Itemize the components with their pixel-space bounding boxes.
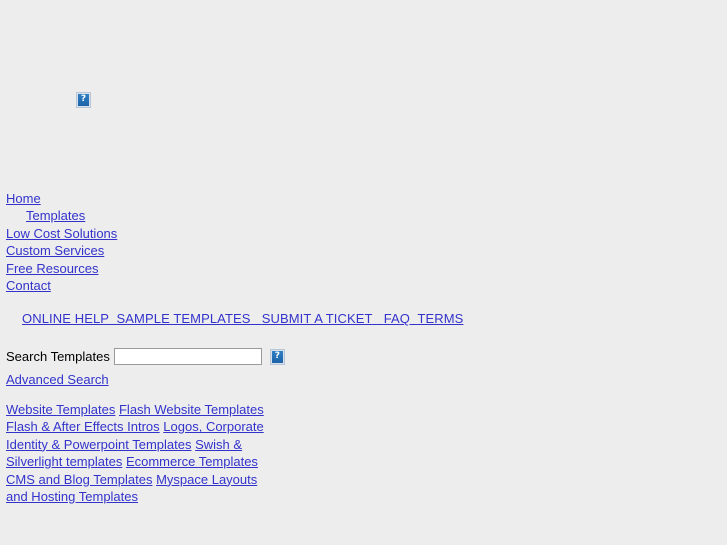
advanced-search-link[interactable]: Advanced Search — [6, 372, 109, 387]
category-link-templates-1[interactable]: Templates — [56, 402, 115, 417]
secondary-navigation: ONLINE HELP SAMPLE TEMPLATES SUBMIT A TI… — [22, 311, 463, 326]
hero-broken-image[interactable]: ? — [76, 91, 91, 108]
search-go-broken-image-icon[interactable]: ? — [269, 348, 285, 365]
search-input[interactable] — [113, 348, 262, 366]
nav-line-free-resources: Free Resources — [6, 260, 706, 277]
nav-line-custom-services: Custom Services — [6, 242, 706, 259]
advanced-search-row: Advanced Search — [6, 372, 109, 387]
category-link-templates-3[interactable]: Templates — [199, 454, 258, 469]
category-link-ecommerce[interactable]: Ecommerce — [126, 454, 199, 469]
nav-terms[interactable]: TERMS — [417, 311, 463, 326]
category-link-flash-after-effects-intros[interactable]: Flash & After Effects Intros — [6, 419, 160, 434]
category-links-list: Website Templates Flash Website Template… — [6, 401, 266, 505]
nav-faq[interactable]: FAQ — [384, 311, 410, 326]
category-link-cms-and-blog-templates[interactable]: CMS and Blog Templates — [6, 472, 152, 487]
category-link-templates-2[interactable]: Templates — [205, 402, 264, 417]
nav-line-low-cost-solutions: Low Cost Solutions — [6, 225, 706, 242]
sidebar-item-contact[interactable]: Contact — [6, 278, 51, 293]
sidebar-item-home[interactable]: Home — [6, 191, 41, 206]
nav-separator-3 — [373, 311, 384, 326]
nav-line-home: Home — [6, 190, 706, 207]
category-link-website[interactable]: Website — [6, 402, 56, 417]
nav-separator-2 — [251, 311, 262, 326]
category-link-flash-website[interactable]: Flash Website — [119, 402, 205, 417]
sidebar-item-low-cost-solutions[interactable]: Low Cost Solutions — [6, 226, 117, 241]
nav-line-templates: Templates — [6, 207, 706, 224]
broken-image-icon: ? — [76, 91, 91, 108]
sidebar-item-templates[interactable]: Templates — [26, 208, 85, 223]
search-go-icon-glyph: ? — [274, 350, 280, 361]
broken-image-icon-glyph: ? — [80, 93, 87, 104]
nav-online-help[interactable]: ONLINE HELP — [22, 311, 109, 326]
sidebar-item-custom-services[interactable]: Custom Services — [6, 243, 104, 258]
nav-line-contact: Contact — [6, 277, 706, 294]
sidebar-item-free-resources[interactable]: Free Resources — [6, 261, 98, 276]
primary-navigation: Home Templates Low Cost Solutions Custom… — [6, 190, 706, 294]
nav-submit-a-ticket[interactable]: SUBMIT A TICKET — [262, 311, 373, 326]
nav-sample-templates[interactable]: SAMPLE TEMPLATES — [117, 311, 251, 326]
search-label: Search Templates — [6, 349, 110, 365]
nav-separator-1 — [109, 311, 116, 326]
search-row: Search Templates? — [6, 348, 285, 366]
